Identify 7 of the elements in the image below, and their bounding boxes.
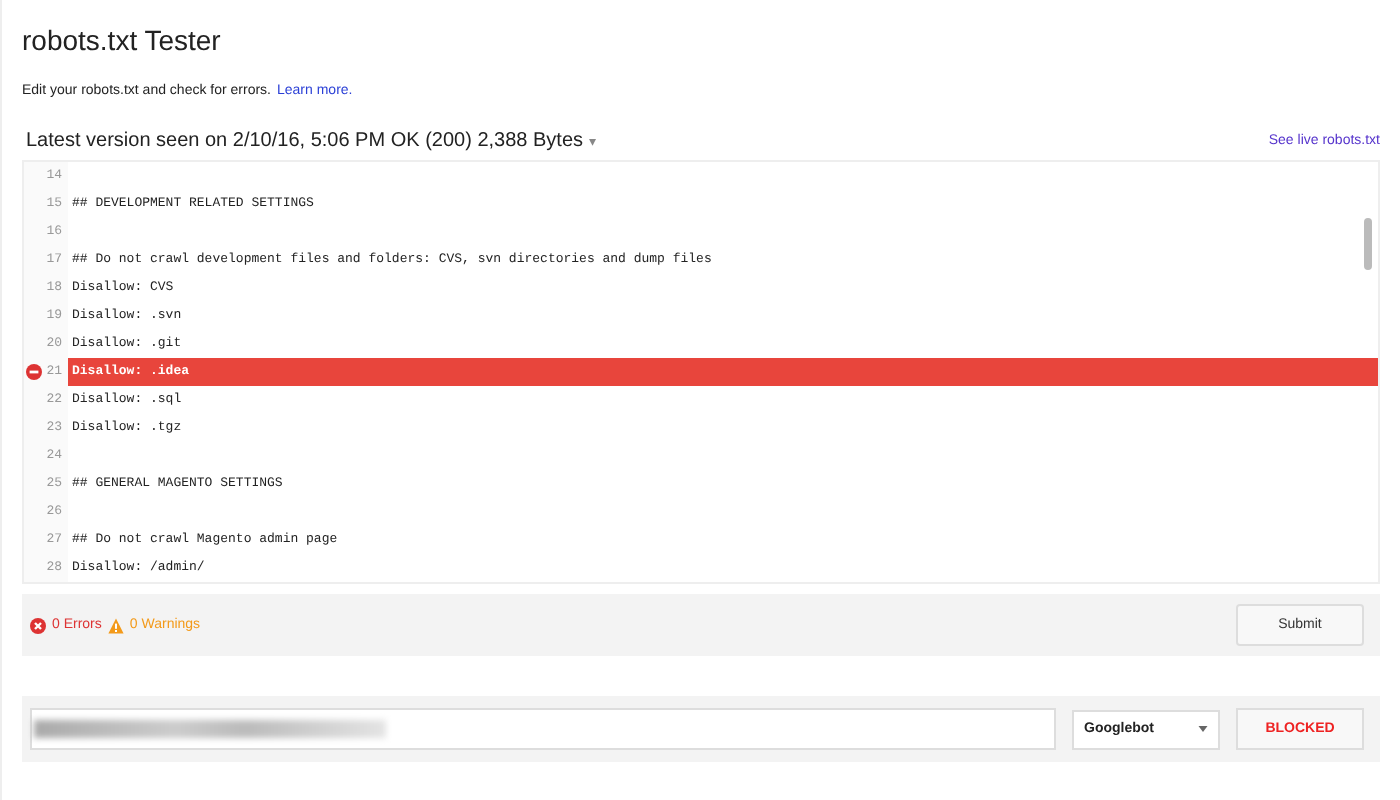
caret-icon [1198,726,1208,732]
page-title: robots.txt Tester [22,24,221,56]
code-editor[interactable] [22,160,1380,584]
error-icon [30,617,46,633]
url-input-field[interactable] [30,708,1056,750]
scrollbar-thumb[interactable] [1364,218,1372,270]
warning-icon [107,617,124,633]
